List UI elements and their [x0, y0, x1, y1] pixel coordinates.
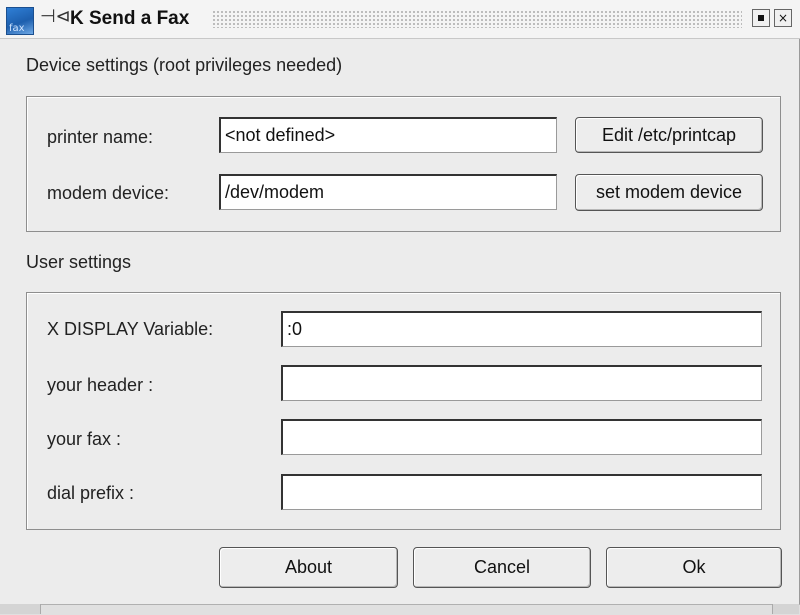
printer-name-label: printer name:: [47, 127, 154, 147]
printer-name-field[interactable]: [219, 117, 557, 153]
x-display-label: X DISPLAY Variable:: [47, 319, 214, 339]
cancel-button[interactable]: Cancel: [413, 547, 591, 588]
fax-app-icon[interactable]: fax: [6, 7, 34, 35]
ok-button-label: Ok: [682, 557, 706, 577]
about-button[interactable]: About: [219, 547, 398, 588]
bottom-left-resize-handle[interactable]: [0, 604, 41, 614]
close-button[interactable]: ×: [774, 9, 792, 27]
your-fax-label: your fax :: [47, 429, 122, 449]
bottom-frame-edge: [0, 604, 800, 615]
window-title: K Send a Fax: [70, 8, 190, 29]
your-fax-field[interactable]: [281, 419, 762, 455]
your-header-field[interactable]: [281, 365, 762, 401]
set-modem-device-label: set modem device: [595, 182, 743, 202]
device-settings-group: printer name: Edit /etc/printcap modem d…: [26, 96, 781, 232]
edit-printcap-label: Edit /etc/printcap: [601, 124, 737, 145]
bottom-right-resize-handle[interactable]: [772, 604, 799, 614]
send-fax-window: fax ⊣⊲ K Send a Fax × Device settings (r…: [0, 0, 800, 615]
dial-prefix-label: dial prefix :: [47, 483, 135, 503]
user-settings-group: X DISPLAY Variable: your header : your f…: [26, 292, 781, 530]
dial-prefix-field[interactable]: [281, 474, 762, 510]
maximize-button[interactable]: [752, 9, 770, 27]
modem-device-field[interactable]: [219, 174, 557, 210]
pin-icon[interactable]: ⊣⊲: [40, 6, 71, 27]
modem-device-label: modem device:: [47, 183, 170, 203]
x-display-field[interactable]: [281, 311, 762, 347]
edit-printcap-button[interactable]: Edit /etc/printcap: [575, 117, 763, 153]
title-bar[interactable]: fax ⊣⊲ K Send a Fax ×: [0, 0, 800, 39]
ok-button[interactable]: Ok: [606, 547, 782, 588]
title-bar-grip: [212, 10, 742, 28]
your-header-label: your header :: [47, 375, 154, 395]
device-settings-heading: Device settings (root privileges needed): [26, 55, 343, 75]
cancel-button-label: Cancel: [473, 557, 531, 577]
user-settings-heading: User settings: [26, 252, 132, 272]
about-button-label: About: [284, 557, 333, 577]
set-modem-device-button[interactable]: set modem device: [575, 174, 763, 211]
